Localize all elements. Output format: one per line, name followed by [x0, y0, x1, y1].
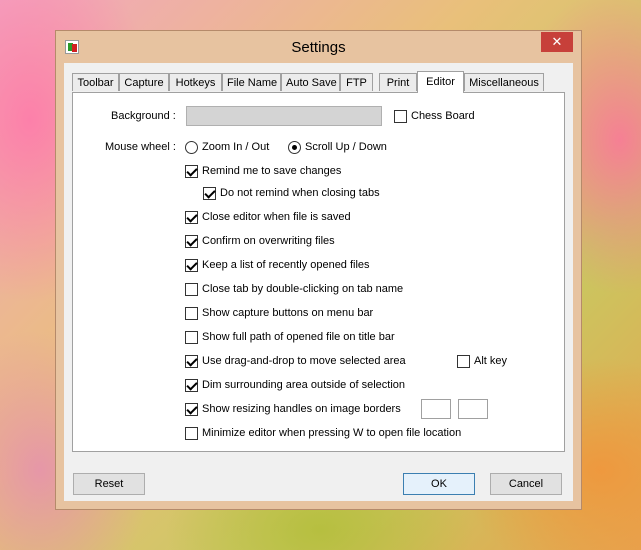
minimize-editor-checkbox[interactable] [185, 427, 198, 440]
tab-editor[interactable]: Editor [417, 71, 464, 93]
capture-buttons-menu-checkbox[interactable] [185, 307, 198, 320]
tab-toolbar[interactable]: Toolbar [72, 73, 119, 91]
recent-files-checkbox[interactable] [185, 259, 198, 272]
dim-surrounding-label: Dim surrounding area outside of selectio… [202, 379, 406, 391]
alt-key-checkbox[interactable] [457, 355, 470, 368]
tab-ftp[interactable]: FTP [340, 73, 373, 91]
tab-capture[interactable]: Capture [119, 73, 169, 91]
close-editor-saved-label: Close editor when file is saved [202, 211, 351, 223]
zoom-radio-label: Zoom In / Out [202, 141, 270, 153]
handle-color-box-1[interactable] [421, 399, 451, 419]
window-title: Settings [291, 39, 346, 56]
mouse-wheel-label: Mouse wheel : [105, 141, 176, 153]
handle-color-box-2[interactable] [458, 399, 488, 419]
close-editor-saved-checkbox[interactable] [185, 211, 198, 224]
alt-key-label: Alt key [474, 355, 508, 367]
reset-button[interactable]: Reset [73, 473, 145, 495]
dim-surrounding-checkbox[interactable] [185, 379, 198, 392]
full-path-title-label: Show full path of opened file on title b… [202, 331, 395, 343]
drag-drop-move-checkbox[interactable] [185, 355, 198, 368]
title-bar[interactable]: Settings ✕ [56, 31, 581, 63]
ok-button[interactable]: OK [403, 473, 475, 495]
close-icon: ✕ [551, 34, 563, 49]
scroll-radio-label: Scroll Up / Down [305, 141, 387, 153]
zoom-radio[interactable] [185, 141, 198, 154]
cancel-button[interactable]: Cancel [490, 473, 562, 495]
confirm-overwrite-label: Confirm on overwriting files [202, 235, 335, 247]
scroll-radio[interactable] [288, 141, 301, 154]
capture-buttons-menu-label: Show capture buttons on menu bar [202, 307, 374, 319]
tab-auto-save[interactable]: Auto Save [281, 73, 340, 91]
full-path-title-checkbox[interactable] [185, 331, 198, 344]
tab-print[interactable]: Print [379, 73, 417, 91]
tab-hotkeys[interactable]: Hotkeys [169, 73, 222, 91]
no-remind-closing-tabs-label: Do not remind when closing tabs [220, 187, 380, 199]
close-tab-dblclick-label: Close tab by double-clicking on tab name [202, 283, 404, 295]
chess-board-checkbox[interactable] [394, 110, 407, 123]
remind-save-label: Remind me to save changes [202, 165, 342, 177]
resizing-handles-checkbox[interactable] [185, 403, 198, 416]
close-button[interactable]: ✕ [541, 32, 573, 52]
close-tab-dblclick-checkbox[interactable] [185, 283, 198, 296]
dialog-client-area: Toolbar Capture Hotkeys File Name Auto S… [64, 63, 573, 501]
editor-tab-panel: Background : Chess Board Mouse wheel : Z… [72, 92, 565, 452]
settings-window: Settings ✕ Toolbar Capture Hotkeys File … [55, 30, 582, 510]
minimize-editor-label: Minimize editor when pressing W to open … [202, 427, 462, 439]
tab-miscellaneous[interactable]: Miscellaneous [464, 73, 544, 91]
tab-file-name[interactable]: File Name [222, 73, 281, 91]
remind-save-checkbox[interactable] [185, 165, 198, 178]
confirm-overwrite-checkbox[interactable] [185, 235, 198, 248]
resizing-handles-label: Show resizing handles on image borders [202, 403, 401, 415]
drag-drop-move-label: Use drag-and-drop to move selected area [202, 355, 406, 367]
chess-board-label: Chess Board [411, 110, 475, 122]
background-color-field[interactable] [186, 106, 382, 126]
background-label: Background : [111, 110, 176, 122]
recent-files-label: Keep a list of recently opened files [202, 259, 370, 271]
no-remind-closing-tabs-checkbox[interactable] [203, 187, 216, 200]
